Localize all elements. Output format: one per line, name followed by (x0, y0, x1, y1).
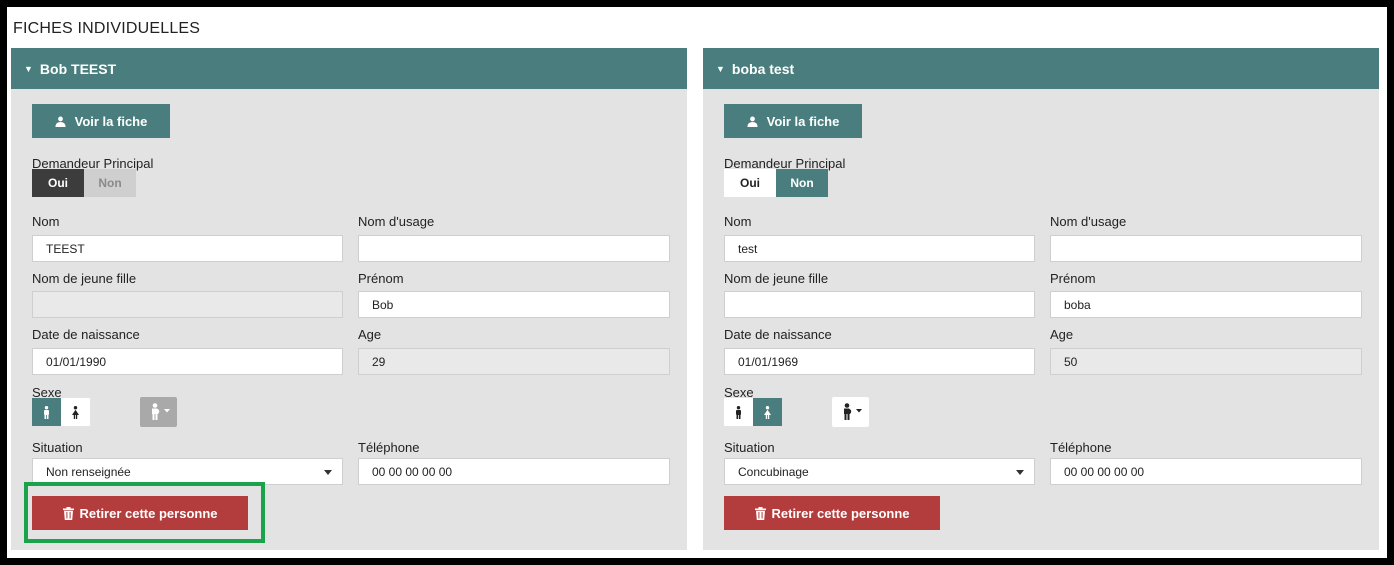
demandeur-non-option[interactable]: Non (776, 169, 828, 197)
sexe-female-option[interactable] (61, 398, 90, 426)
male-icon (44, 405, 49, 419)
caret-down-icon: ▼ (24, 63, 33, 74)
jeune-fille-input[interactable] (724, 291, 1035, 318)
prenom-input[interactable] (358, 291, 670, 318)
situation-select[interactable]: Non renseignée (32, 458, 343, 485)
male-icon (736, 405, 741, 419)
voir-fiche-button[interactable]: Voir la fiche (32, 104, 170, 138)
female-icon (72, 405, 79, 419)
nom-usage-label: Nom d'usage (358, 214, 435, 229)
jeune-fille-input[interactable] (32, 291, 343, 318)
naissance-label: Date de naissance (724, 327, 832, 342)
nom-label: Nom (724, 214, 752, 229)
trash-icon (62, 506, 74, 520)
panel-header-title: boba test (731, 60, 795, 77)
app-frame: FICHES INDIVIDUELLES ▼ Bob TEEST Voir la… (7, 7, 1387, 558)
panel-header[interactable]: ▼ boba test (703, 48, 1379, 89)
situation-value: Non renseignée (46, 464, 131, 479)
trash-icon (754, 506, 766, 520)
age-label: Age (1050, 327, 1074, 342)
jeune-fille-label: Nom de jeune fille (724, 271, 829, 286)
caret-down-icon: ▼ (716, 63, 725, 74)
prenom-label: Prénom (358, 271, 404, 286)
situation-select[interactable]: Concubinage (724, 458, 1035, 485)
voir-fiche-label: Voir la fiche (74, 113, 148, 129)
pregnant-icon (151, 403, 170, 420)
jeune-fille-label: Nom de jeune fille (32, 271, 137, 286)
nom-usage-input[interactable] (1050, 235, 1362, 262)
page-title: FICHES INDIVIDUELLES (13, 20, 201, 37)
prenom-label: Prénom (1050, 271, 1096, 286)
pregnancy-dropdown-button[interactable] (140, 397, 177, 427)
nom-input[interactable] (724, 235, 1035, 262)
telephone-label: Téléphone (1050, 440, 1112, 455)
demandeur-oui-option[interactable]: Oui (724, 169, 776, 197)
demandeur-non-option[interactable]: Non (84, 169, 136, 197)
voir-fiche-button[interactable]: Voir la fiche (724, 104, 862, 138)
age-input (1050, 348, 1362, 375)
sexe-male-option[interactable] (32, 398, 61, 426)
user-icon (55, 116, 66, 127)
nom-input[interactable] (32, 235, 343, 262)
panel-header[interactable]: ▼ Bob TEEST (11, 48, 687, 89)
user-icon (747, 116, 758, 127)
sexe-toggle (724, 398, 782, 426)
sexe-male-option[interactable] (724, 398, 753, 426)
pregnancy-dropdown-button[interactable] (832, 397, 869, 427)
pregnant-icon (843, 403, 862, 420)
demandeur-oui-option[interactable]: Oui (32, 169, 84, 197)
female-icon (764, 405, 771, 419)
naissance-input[interactable] (724, 348, 1035, 375)
sexe-toggle (32, 398, 90, 426)
demandeur-toggle: Oui Non (724, 169, 828, 197)
naissance-input[interactable] (32, 348, 343, 375)
age-input (358, 348, 670, 375)
naissance-label: Date de naissance (32, 327, 140, 342)
retirer-personne-button[interactable]: Retirer cette personne (724, 496, 940, 530)
retirer-personne-label: Retirer cette personne (771, 505, 910, 521)
voir-fiche-label: Voir la fiche (766, 113, 840, 129)
telephone-input[interactable] (1050, 458, 1362, 485)
retirer-personne-button[interactable]: Retirer cette personne (32, 496, 248, 530)
situation-label: Situation (724, 440, 775, 455)
sexe-female-option[interactable] (753, 398, 782, 426)
chevron-down-icon (324, 470, 332, 475)
prenom-input[interactable] (1050, 291, 1362, 318)
telephone-label: Téléphone (358, 440, 420, 455)
situation-label: Situation (32, 440, 83, 455)
demandeur-toggle: Oui Non (32, 169, 136, 197)
nom-label: Nom (32, 214, 60, 229)
person-panel-bob: ▼ Bob TEEST Voir la fiche Demandeur Prin… (11, 48, 687, 550)
telephone-input[interactable] (358, 458, 670, 485)
panel-header-title: Bob TEEST (39, 60, 117, 77)
person-panel-boba: ▼ boba test Voir la fiche Demandeur Prin… (703, 48, 1379, 550)
nom-usage-input[interactable] (358, 235, 670, 262)
situation-value: Concubinage (738, 464, 809, 479)
chevron-down-icon (1016, 470, 1024, 475)
retirer-personne-label: Retirer cette personne (79, 505, 218, 521)
age-label: Age (358, 327, 382, 342)
nom-usage-label: Nom d'usage (1050, 214, 1127, 229)
